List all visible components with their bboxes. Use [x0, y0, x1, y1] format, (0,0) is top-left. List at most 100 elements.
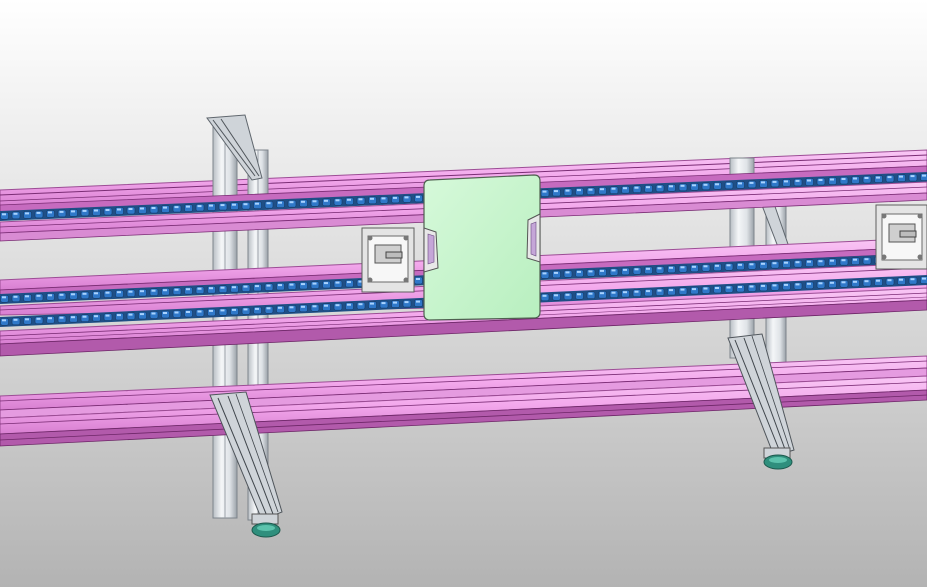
roller-highlight — [347, 303, 351, 306]
roller-highlight — [807, 260, 811, 263]
roller-highlight — [209, 309, 213, 312]
roller-highlight — [163, 206, 167, 209]
roller-highlight — [25, 318, 29, 321]
green-pallet-carrier[interactable] — [423, 174, 541, 321]
roller-highlight — [48, 294, 52, 297]
roller-highlight — [416, 300, 420, 303]
roller-highlight — [657, 185, 662, 188]
roller-highlight — [680, 184, 685, 187]
roller-highlight — [565, 293, 570, 296]
roller-highlight — [876, 279, 880, 282]
roller-highlight — [220, 309, 225, 312]
roller-highlight — [209, 287, 213, 290]
roller-highlight — [220, 286, 225, 289]
roller-highlight — [738, 263, 742, 266]
roller-highlight — [105, 314, 110, 317]
roller-highlight — [922, 277, 926, 280]
stop-bracket-left[interactable] — [361, 227, 415, 293]
roller-highlight — [393, 196, 397, 199]
roller-highlight — [278, 284, 282, 287]
roller-highlight — [841, 178, 846, 180]
roller-highlight — [761, 181, 765, 184]
roller-highlight — [634, 268, 639, 271]
roller-highlight — [692, 184, 696, 187]
roller-highlight — [48, 317, 52, 320]
roller-highlight — [197, 287, 202, 290]
roller-highlight — [13, 295, 18, 298]
roller-highlight — [266, 307, 271, 310]
roller-highlight — [82, 292, 87, 295]
roller-highlight — [347, 198, 351, 201]
roller-highlight — [255, 285, 259, 288]
roller-highlight — [784, 283, 788, 286]
roller-highlight — [36, 294, 41, 297]
roller-highlight — [36, 211, 41, 214]
roller-highlight — [623, 268, 627, 271]
roller-highlight — [404, 196, 409, 199]
conveyor-assembly-model[interactable] — [0, 0, 927, 587]
roller-highlight — [588, 270, 593, 273]
roller-highlight — [324, 199, 328, 202]
roller-highlight — [738, 286, 742, 288]
roller-highlight — [795, 179, 800, 182]
roller-highlight — [749, 263, 754, 266]
caster-wheel-left[interactable] — [251, 513, 281, 538]
roller-highlight — [381, 302, 386, 305]
roller-highlight — [82, 209, 87, 212]
roller-highlight — [151, 207, 156, 209]
roller-highlight — [48, 211, 52, 214]
roller-highlight — [25, 212, 29, 215]
roller-highlight — [910, 175, 915, 178]
roller-highlight — [795, 261, 800, 264]
roller-highlight — [266, 284, 271, 287]
roller-highlight — [232, 203, 236, 206]
roller-highlight — [404, 301, 409, 304]
caster-wheel-right[interactable] — [763, 447, 793, 470]
roller-highlight — [542, 272, 547, 275]
roller-highlight — [301, 305, 305, 308]
roller-highlight — [588, 188, 593, 191]
roller-highlight — [657, 267, 662, 270]
roller-highlight — [13, 318, 18, 321]
roller-highlight — [289, 306, 294, 309]
roller-highlight — [680, 266, 685, 269]
roller-highlight — [841, 281, 846, 284]
roller-highlight — [25, 295, 29, 298]
roller-highlight — [278, 201, 282, 204]
roller-highlight — [715, 264, 719, 267]
roller-highlight — [416, 195, 420, 198]
roller-highlight — [577, 189, 581, 192]
roller-highlight — [117, 314, 121, 317]
roller-highlight — [128, 208, 133, 210]
roller-highlight — [140, 290, 144, 293]
roller-highlight — [416, 278, 420, 280]
roller-highlight — [611, 187, 616, 190]
roller-highlight — [853, 177, 857, 180]
roller-highlight — [128, 290, 133, 293]
roller-highlight — [600, 188, 604, 191]
roller-highlight — [105, 291, 110, 294]
roller-highlight — [174, 206, 179, 209]
roller-highlight — [807, 179, 811, 182]
stop-bracket-right[interactable] — [875, 204, 927, 270]
roller-highlight — [2, 213, 6, 216]
roller-highlight — [105, 209, 110, 211]
cad-viewport[interactable] — [0, 0, 927, 587]
roller-highlight — [830, 281, 834, 284]
roller-highlight — [312, 282, 317, 285]
roller-highlight — [232, 286, 236, 289]
roller-highlight — [600, 292, 604, 295]
roller-highlight — [197, 205, 202, 208]
roller-highlight — [335, 199, 340, 202]
roller-highlight — [600, 269, 604, 272]
roller-highlight — [669, 185, 673, 188]
roller-highlight — [370, 302, 374, 305]
roller-highlight — [542, 190, 547, 193]
roller-highlight — [715, 183, 719, 186]
roller-highlight — [899, 175, 903, 178]
roller-highlight — [71, 293, 75, 296]
roller-highlight — [243, 285, 248, 288]
roller-highlight — [646, 290, 650, 293]
roller-highlight — [174, 288, 179, 291]
roller-highlight — [772, 180, 777, 183]
